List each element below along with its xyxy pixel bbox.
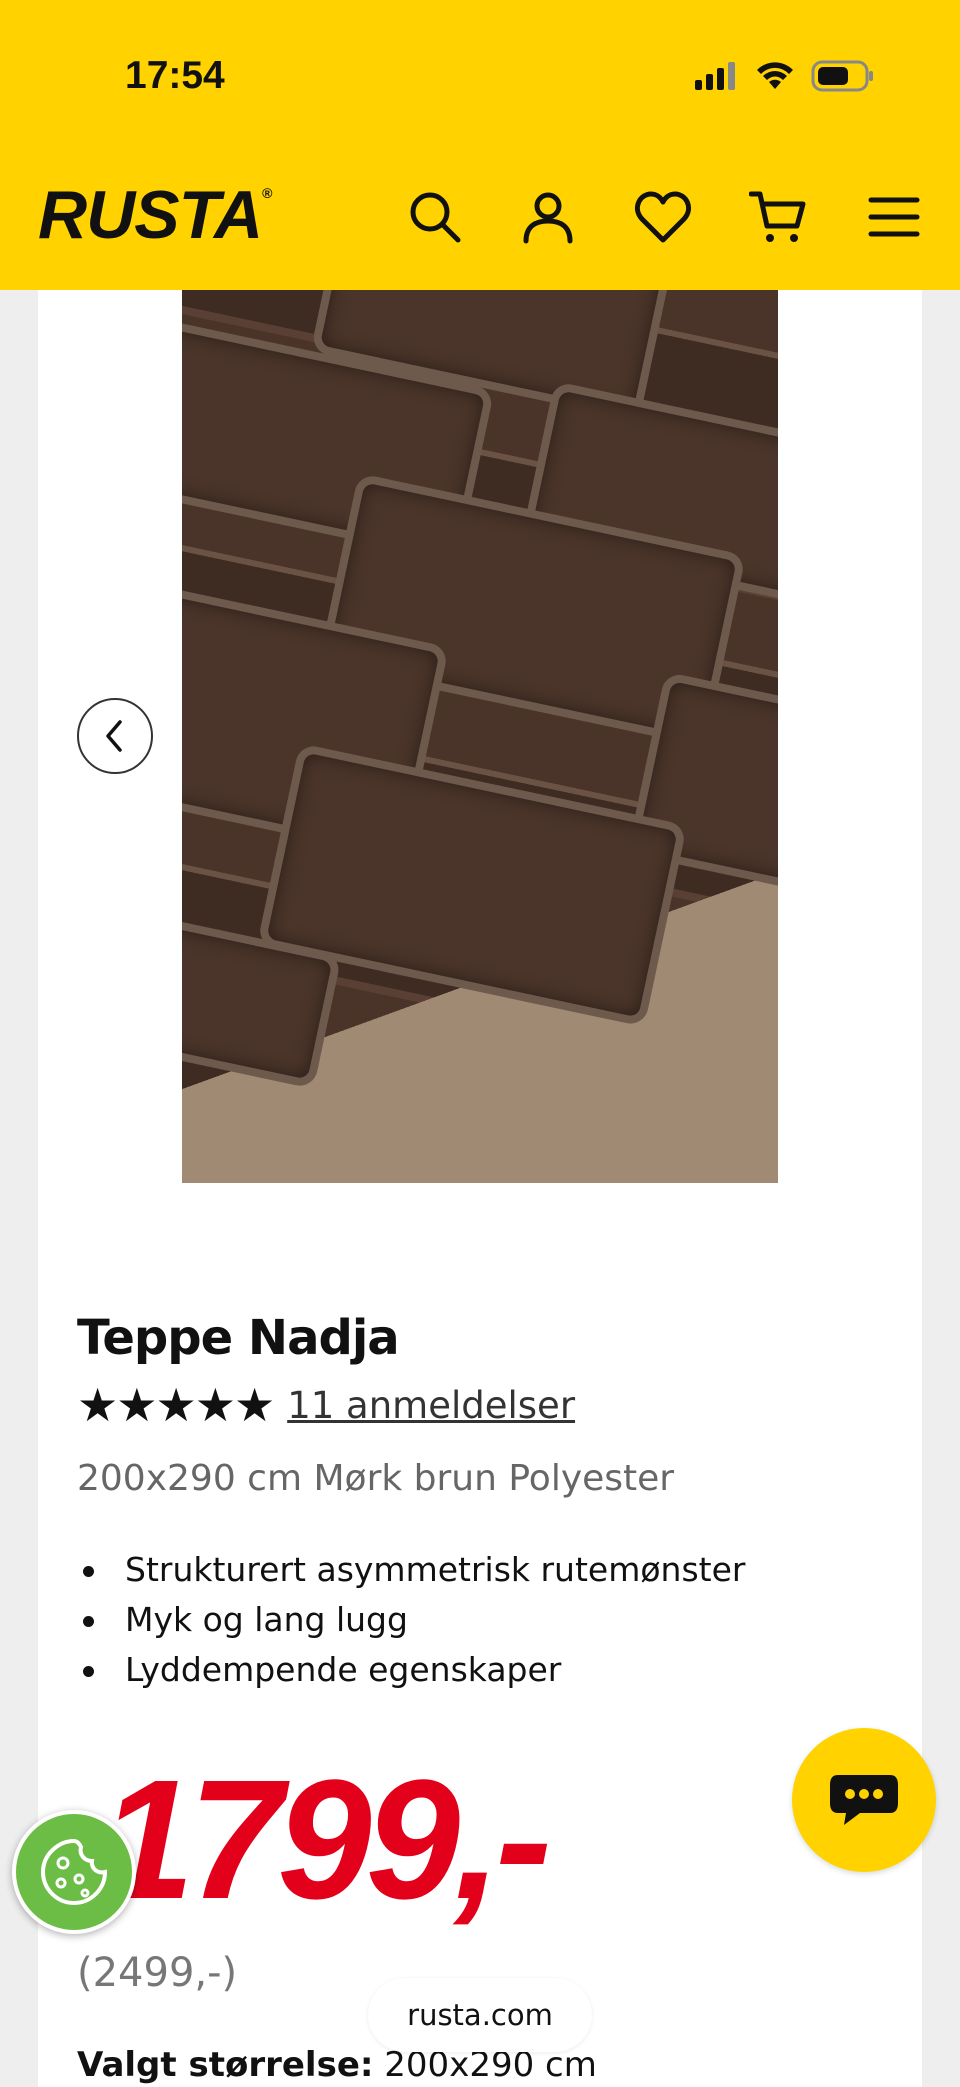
old-price: (2499,-) — [77, 1950, 238, 1996]
selected-size-label: Valgt størrelse: — [77, 2045, 374, 2085]
logo-registered-mark: ® — [262, 185, 272, 201]
product-image[interactable] — [182, 290, 778, 1183]
site-header: 17:54 RUSTA® — [0, 0, 960, 290]
product-title: Teppe Nadja — [77, 1310, 400, 1366]
cart-icon[interactable] — [746, 185, 810, 249]
status-icons — [695, 60, 875, 92]
chat-button[interactable] — [792, 1728, 936, 1872]
rusta-logo[interactable]: RUSTA® — [38, 176, 273, 254]
product-price: 1799,- — [100, 1745, 552, 1935]
rating-stars: ★★★★★ — [77, 1378, 275, 1432]
browser-url-pill[interactable]: rusta.com — [368, 1978, 592, 2052]
prev-image-button[interactable] — [77, 698, 153, 774]
product-rating: ★★★★★ 11 anmeldelser — [77, 1382, 575, 1428]
product-subtitle: 200x290 cm Mørk brun Polyester — [77, 1458, 675, 1499]
menu-icon[interactable] — [862, 185, 926, 249]
wifi-icon — [757, 62, 793, 89]
heart-icon[interactable] — [631, 185, 695, 249]
search-icon[interactable] — [403, 185, 467, 249]
account-icon[interactable] — [516, 185, 580, 249]
feature-item: Myk og lang lugg — [77, 1595, 745, 1645]
chevron-left-icon — [106, 720, 122, 752]
status-time: 17:54 — [125, 54, 225, 97]
feature-list: Strukturert asymmetrisk rutemønster Myk … — [77, 1545, 745, 1695]
logo-text: RUSTA — [38, 177, 263, 253]
signal-icon — [695, 62, 735, 90]
cookie-settings-button[interactable] — [12, 1810, 136, 1934]
battery-icon — [811, 60, 873, 92]
cookie-icon — [40, 1838, 108, 1906]
feature-item: Lyddempende egenskaper — [77, 1645, 745, 1695]
reviews-link[interactable]: 11 anmeldelser — [287, 1384, 575, 1427]
chat-bubble-icon — [830, 1775, 898, 1825]
feature-item: Strukturert asymmetrisk rutemønster — [77, 1545, 745, 1595]
